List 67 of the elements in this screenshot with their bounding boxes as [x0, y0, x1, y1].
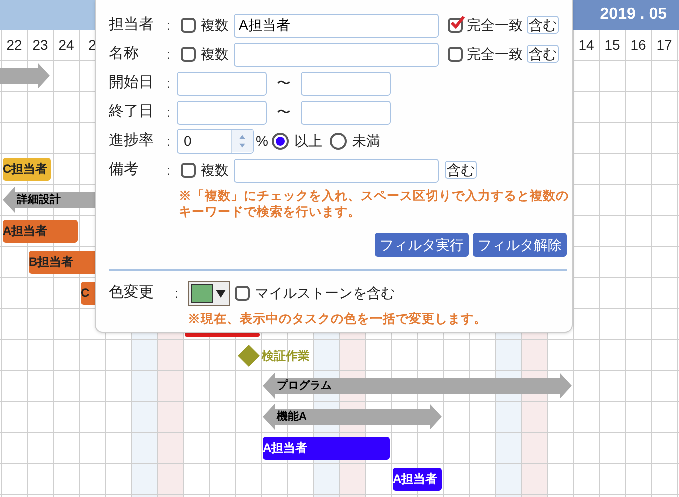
multiple-checkbox[interactable] — [181, 18, 196, 33]
date-label: 23 — [32, 36, 48, 55]
match-select[interactable]: 含む — [527, 45, 559, 63]
date-label: 17 — [656, 36, 672, 55]
task-bar[interactable]: A担当者 — [3, 220, 78, 243]
text-field[interactable] — [234, 42, 439, 66]
unit-label: % — [256, 132, 268, 151]
field-colon: : — [167, 74, 172, 93]
range-separator: 〜 — [277, 103, 291, 122]
multiple-checkbox[interactable] — [181, 163, 196, 178]
multiple-checkbox[interactable] — [181, 47, 196, 62]
month-label: 2019 . 05 — [600, 5, 667, 25]
field-colon: : — [167, 46, 172, 64]
task-bar[interactable]: A担当者 — [393, 468, 442, 491]
range-separator: 〜 — [277, 74, 291, 93]
text-field[interactable] — [234, 158, 439, 182]
match-select[interactable]: 含む — [445, 161, 477, 179]
hint-text: ※現在、表示中のタスクの色を一括で変更します。 — [188, 311, 487, 328]
date-label: 14 — [578, 36, 594, 55]
milestone-checkbox[interactable] — [235, 286, 250, 301]
date-label: 15 — [604, 36, 620, 55]
field-colon: : — [167, 104, 172, 122]
date-field[interactable] — [177, 72, 267, 96]
filter-button[interactable]: フィルタ解除 — [473, 233, 567, 257]
date-label: 24 — [58, 36, 74, 55]
filter-button[interactable]: フィルタ実行 — [375, 233, 469, 257]
exact-match-checkbox[interactable] — [448, 47, 463, 62]
field-colon: : — [167, 162, 172, 180]
date-label: 16 — [630, 36, 646, 55]
number-field[interactable]: 0 — [177, 129, 254, 154]
field-label: 開始日 — [109, 73, 155, 94]
task-bar[interactable]: A担当者 — [263, 437, 390, 460]
radio-button[interactable] — [330, 133, 348, 150]
match-select[interactable]: 含む — [527, 16, 559, 34]
dropdown-caret-icon — [216, 290, 226, 298]
milestone-label: 検証作業 — [262, 348, 310, 364]
date-label: 22 — [6, 36, 22, 55]
checkbox-label: 完全一致 — [467, 45, 523, 64]
date-field[interactable] — [177, 100, 267, 124]
field-colon: : — [167, 132, 172, 151]
field-label: 色変更 — [109, 283, 155, 304]
hint-text: ※「複数」にチェックを入れ、スペース区切りで入力すると複数のキーワードで検索を行います。 — [179, 188, 570, 220]
field-label: 終了日 — [109, 102, 155, 122]
radio-label: 以上 — [294, 132, 322, 151]
checkbox-label: マイルストーンを含む — [255, 284, 395, 303]
field-label: 進捗率 — [109, 131, 155, 152]
field-label: 担当者 — [109, 15, 155, 36]
radio-label: 未満 — [352, 132, 380, 151]
field-label: 備考 — [109, 160, 140, 180]
task-label: 詳細設計 — [17, 192, 61, 208]
checkbox-label: 完全一致 — [467, 16, 523, 35]
date-field[interactable] — [301, 100, 391, 124]
field-label: 名称 — [109, 44, 140, 64]
task-bar[interactable]: C担当者 — [3, 158, 51, 181]
exact-match-checkbox[interactable] — [448, 18, 463, 33]
task-label: 機能A — [277, 410, 307, 425]
field-colon: : — [175, 284, 180, 303]
date-field[interactable] — [301, 72, 391, 96]
checkbox-label: 複数 — [201, 161, 229, 180]
check-icon — [450, 15, 466, 31]
text-field[interactable]: A担当者 — [234, 14, 439, 38]
task-label: プログラム — [277, 378, 332, 394]
color-select[interactable] — [188, 281, 230, 306]
checkbox-label: 複数 — [201, 16, 229, 35]
field-colon: : — [167, 16, 172, 35]
checkbox-label: 複数 — [201, 45, 229, 64]
radio-button[interactable] — [272, 133, 290, 150]
